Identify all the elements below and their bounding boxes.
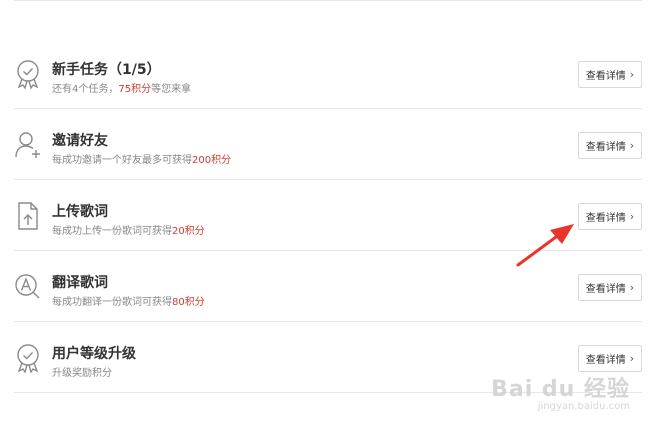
view-details-button-translate-lyrics[interactable]: 查看详情 › bbox=[578, 274, 642, 301]
upload-file-icon bbox=[14, 200, 42, 232]
chevron-right-icon: › bbox=[629, 352, 635, 365]
task-row-invite: 邀请好友 每成功邀请一个好友最多可获得200积分 查看详情 › bbox=[14, 109, 642, 180]
points-highlight: 20积分 bbox=[172, 226, 205, 237]
annotation-arrow bbox=[516, 224, 574, 267]
chevron-right-icon: › bbox=[629, 139, 635, 152]
chevron-right-icon: › bbox=[629, 210, 635, 223]
translate-icon bbox=[14, 271, 42, 303]
chevron-right-icon: › bbox=[629, 68, 635, 81]
add-user-icon bbox=[14, 129, 42, 161]
watermark-logo: Bai du 经验 bbox=[491, 377, 630, 402]
task-description: 升级奖励积分 bbox=[52, 368, 112, 379]
task-row-newbie: 新手任务（1/5） 还有4个任务，75积分等您来拿 查看详情 › bbox=[14, 38, 642, 109]
task-title: 上传歌词 bbox=[52, 204, 108, 220]
task-description: 每成功翻译一份歌词可获得80积分 bbox=[52, 297, 205, 308]
badge-icon bbox=[14, 342, 42, 374]
task-description: 每成功上传一份歌词可获得20积分 bbox=[52, 226, 205, 237]
baidu-jingyan-watermark: Bai du 经验 jingyan.baidu.com bbox=[491, 371, 630, 412]
task-title: 翻译歌词 bbox=[52, 275, 108, 291]
chevron-right-icon: › bbox=[629, 281, 635, 294]
view-details-button-newbie[interactable]: 查看详情 › bbox=[578, 61, 642, 88]
view-details-button-upload-lyrics[interactable]: 查看详情 › bbox=[578, 203, 642, 230]
badge-icon bbox=[14, 58, 42, 90]
points-highlight: 75积分 bbox=[118, 84, 152, 95]
points-highlight: 200积分 bbox=[192, 155, 232, 166]
points-highlight: 80积分 bbox=[172, 297, 205, 308]
task-title: 用户等级升级 bbox=[52, 346, 136, 362]
task-list: 新手任务（1/5） 还有4个任务，75积分等您来拿 查看详情 › 邀请好友 每成功… bbox=[14, 38, 642, 393]
task-description: 还有4个任务，75积分等您来拿 bbox=[52, 84, 192, 95]
view-details-button-level-up[interactable]: 查看详情 › bbox=[578, 345, 642, 372]
task-title: 新手任务（1/5） bbox=[52, 62, 161, 78]
view-details-button-invite[interactable]: 查看详情 › bbox=[578, 132, 642, 159]
top-divider bbox=[14, 0, 642, 1]
task-title: 邀请好友 bbox=[52, 133, 108, 149]
task-description: 每成功邀请一个好友最多可获得200积分 bbox=[52, 155, 232, 166]
